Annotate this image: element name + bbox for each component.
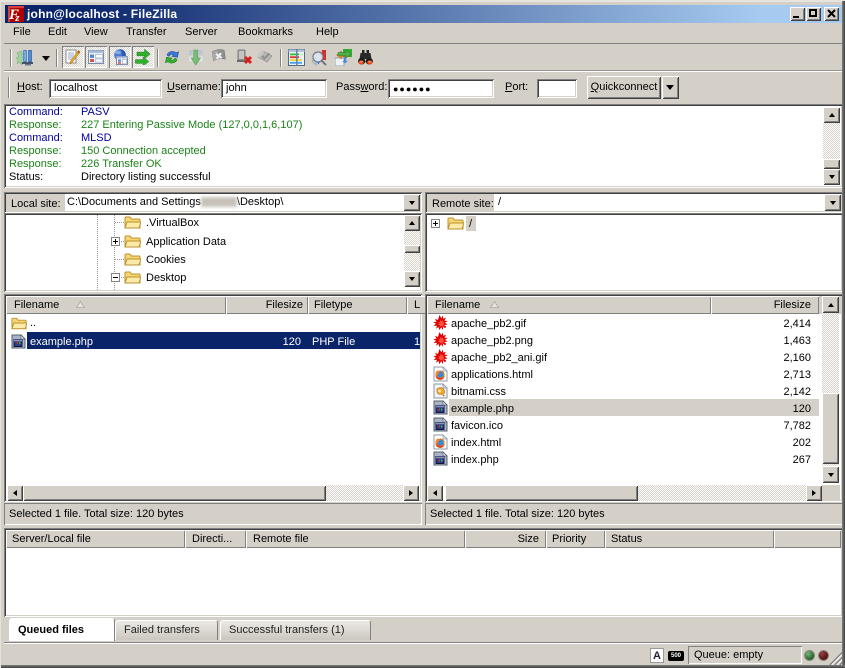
svg-text:z: z — [14, 12, 20, 22]
